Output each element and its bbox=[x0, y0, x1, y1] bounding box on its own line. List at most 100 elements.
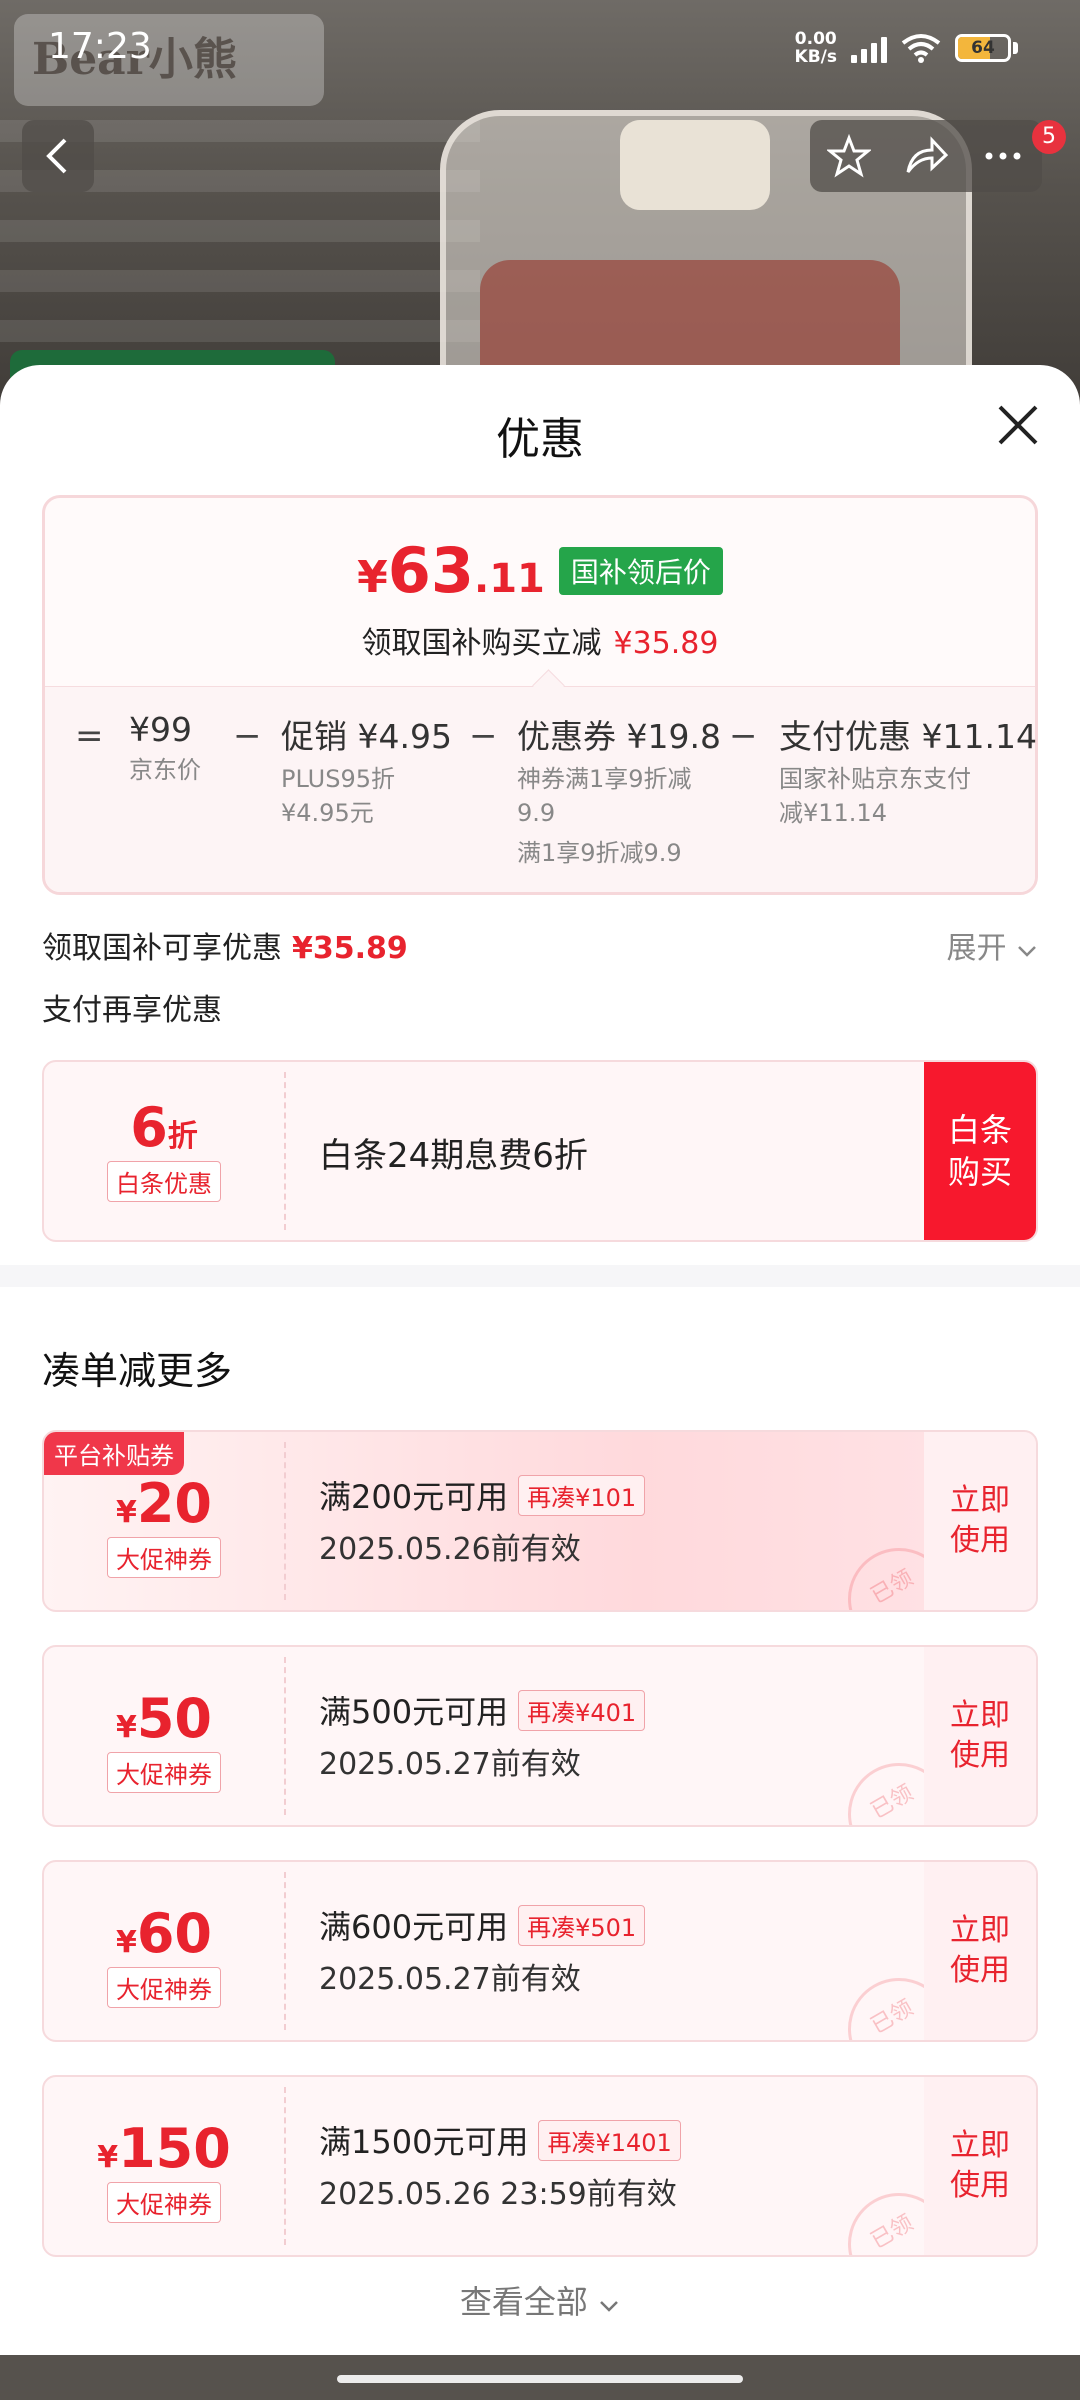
expand-label: 展开 bbox=[946, 931, 1007, 966]
star-icon[interactable] bbox=[826, 134, 871, 178]
status-bar: 17:23 0.00 KB/s 64 bbox=[0, 0, 1080, 100]
section-title: 凑单减更多 bbox=[42, 1349, 233, 1393]
baitiao-left: 6折 白条优惠 bbox=[44, 1062, 284, 1240]
use-now-button[interactable]: 立即 使用 bbox=[924, 1862, 1036, 2040]
coupon-condition: 满200元可用 再凑¥101 bbox=[319, 1472, 646, 1518]
expand-button[interactable]: 展开 bbox=[946, 923, 1038, 967]
battery-level: 64 bbox=[971, 38, 995, 58]
battery-tip bbox=[1013, 42, 1018, 54]
card-divider bbox=[284, 1442, 286, 1600]
breakdown-sub: 国家补贴京东支付 减¥11.14 bbox=[779, 762, 1037, 830]
coupon-condition-text: 满600元可用 bbox=[319, 1908, 509, 1946]
baitiao-discount-num: 6 bbox=[130, 1096, 168, 1159]
gesture-bar bbox=[0, 2355, 1080, 2400]
coupon-amount-value: 60 bbox=[136, 1902, 213, 1965]
close-icon[interactable] bbox=[994, 401, 1042, 449]
breakdown-sub-line: ¥4.95元 bbox=[281, 799, 374, 827]
final-price-line: ¥63.11 国补领后价 bbox=[45, 534, 1035, 607]
coupon-left: ¥60 大促神券 bbox=[44, 1862, 284, 2040]
subsidy-label: 领取国补可享优惠 bbox=[42, 931, 282, 966]
share-icon[interactable] bbox=[904, 134, 948, 178]
coupon-left: ¥150 大促神券 bbox=[44, 2077, 284, 2255]
wifi-icon bbox=[901, 34, 941, 63]
coupon-currency: ¥ bbox=[115, 1495, 137, 1530]
coupon-remaining-pill: 再凑¥501 bbox=[518, 1904, 646, 1946]
coupon-remaining-pill: 再凑¥1401 bbox=[538, 2119, 681, 2161]
back-button[interactable] bbox=[22, 120, 94, 192]
subsidy-amount: ¥35.89 bbox=[292, 931, 408, 966]
background-blind bbox=[0, 220, 480, 242]
coupon-amount: ¥20 bbox=[44, 1472, 284, 1535]
coupon-currency: ¥ bbox=[97, 2140, 119, 2175]
equals-sign: = bbox=[75, 716, 104, 756]
network-speed: 0.00 KB/s bbox=[795, 30, 837, 66]
breakdown-sub-line: 国家补贴京东支付 bbox=[779, 765, 971, 793]
currency-symbol: ¥ bbox=[357, 552, 388, 603]
coupon-amount: ¥60 bbox=[44, 1902, 284, 1965]
coupon-condition: 满1500元可用 再凑¥1401 bbox=[319, 2117, 681, 2163]
coupon-currency: ¥ bbox=[115, 1925, 137, 1960]
breakdown-sub: PLUS95折 ¥4.95元 bbox=[281, 762, 452, 830]
coupon-remaining-pill: 再凑¥101 bbox=[518, 1474, 646, 1516]
signal-icon bbox=[851, 33, 887, 63]
coupon-amount-value: 20 bbox=[136, 1472, 213, 1535]
coupon-condition-text: 满1500元可用 bbox=[319, 2123, 529, 2161]
breakdown-sub-line: 满1享9折减9.9 bbox=[517, 839, 682, 867]
view-all-button[interactable]: 查看全部 bbox=[0, 2277, 1080, 2323]
breakdown-item-coupon: 优惠券 ¥19.8 神券满1享9折减 9.9 满1享9折减9.9 bbox=[517, 710, 727, 870]
chevron-down-icon bbox=[1018, 946, 1036, 957]
subsidy-row: 领取国补可享优惠 ¥35.89 bbox=[42, 923, 408, 967]
gov-subsidy-tag: 国补领后价 bbox=[558, 546, 723, 595]
top-action-group bbox=[810, 120, 1042, 192]
summary-subtitle-text: 领取国补购买立减 bbox=[361, 626, 602, 661]
coupon-amount: ¥150 bbox=[44, 2117, 284, 2180]
price-integer: 63 bbox=[387, 534, 475, 607]
pay-row-label: 支付再享优惠 bbox=[42, 993, 222, 1028]
breakdown-main: 支付优惠 ¥11.14 bbox=[779, 717, 1037, 756]
breakdown-sub-line: 神券满1享9折减 bbox=[517, 765, 692, 793]
coupon-condition: 满500元可用 再凑¥401 bbox=[319, 1687, 646, 1733]
use-now-button[interactable]: 立即 使用 bbox=[924, 1432, 1036, 1610]
chevron-left-icon bbox=[46, 138, 67, 174]
status-time: 17:23 bbox=[48, 26, 152, 67]
minus-sign: − bbox=[729, 716, 758, 756]
coupon-validity: 2025.05.27前有效 bbox=[319, 1747, 581, 1782]
home-indicator[interactable] bbox=[337, 2375, 743, 2383]
battery-icon: 64 bbox=[955, 34, 1011, 62]
coupon-condition-text: 满500元可用 bbox=[319, 1693, 509, 1731]
kettle-lid bbox=[620, 120, 770, 210]
coupon-amount-value: 50 bbox=[136, 1687, 213, 1750]
coupon-card: ¥50 大促神券 满500元可用 再凑¥401 2025.05.27前有效 已领 … bbox=[42, 1645, 1038, 1827]
breakdown-sub: 神券满1享9折减 9.9 满1享9折减9.9 bbox=[517, 762, 727, 870]
more-icon[interactable] bbox=[981, 134, 1025, 178]
minus-sign: − bbox=[233, 716, 262, 756]
card-divider bbox=[284, 2087, 286, 2245]
coupon-validity: 2025.05.26前有效 bbox=[319, 1532, 581, 1567]
section-separator bbox=[0, 1265, 1080, 1287]
coupon-condition-text: 满200元可用 bbox=[319, 1478, 509, 1516]
use-now-button[interactable]: 立即 使用 bbox=[924, 2077, 1036, 2255]
card-divider bbox=[284, 1657, 286, 1815]
breakdown-sub-line: PLUS95折 bbox=[281, 765, 395, 793]
breakdown-sub-line: 9.9 bbox=[517, 799, 556, 827]
coupon-condition: 满600元可用 再凑¥501 bbox=[319, 1902, 646, 1948]
breakdown-item-promo: 促销 ¥4.95 PLUS95折 ¥4.95元 bbox=[281, 710, 452, 830]
background-blind bbox=[0, 270, 480, 292]
coupon-amount-value: 150 bbox=[118, 2117, 231, 2180]
use-now-button[interactable]: 立即 使用 bbox=[924, 1647, 1036, 1825]
price-decimal: .11 bbox=[474, 556, 545, 602]
coupon-currency: ¥ bbox=[115, 1710, 137, 1745]
coupon-validity: 2025.05.27前有效 bbox=[319, 1962, 581, 1997]
discount-sheet: 优惠 ¥63.11 国补领后价 领取国补购买立减 ¥35.89 = ¥99 京东价… bbox=[0, 365, 1080, 2355]
coupon-tag: 大促神券 bbox=[107, 1967, 221, 2008]
minus-sign: − bbox=[469, 716, 498, 756]
coupon-card: ¥20 大促神券 平台补贴券 满200元可用 再凑¥101 2025.05.26前… bbox=[42, 1430, 1038, 1612]
baitiao-tag: 白条优惠 bbox=[107, 1161, 221, 1202]
coupon-card: ¥150 大促神券 满1500元可用 再凑¥1401 2025.05.26 23:… bbox=[42, 2075, 1038, 2257]
summary-subtitle-amount: ¥35.89 bbox=[613, 626, 719, 661]
baitiao-buy-button[interactable]: 白条 购买 bbox=[924, 1062, 1036, 1240]
notification-badge: 5 bbox=[1032, 120, 1066, 154]
card-divider bbox=[284, 1872, 286, 2030]
baitiao-discount: 6折 bbox=[44, 1096, 284, 1159]
breakdown-main: 优惠券 ¥19.8 bbox=[517, 717, 721, 756]
